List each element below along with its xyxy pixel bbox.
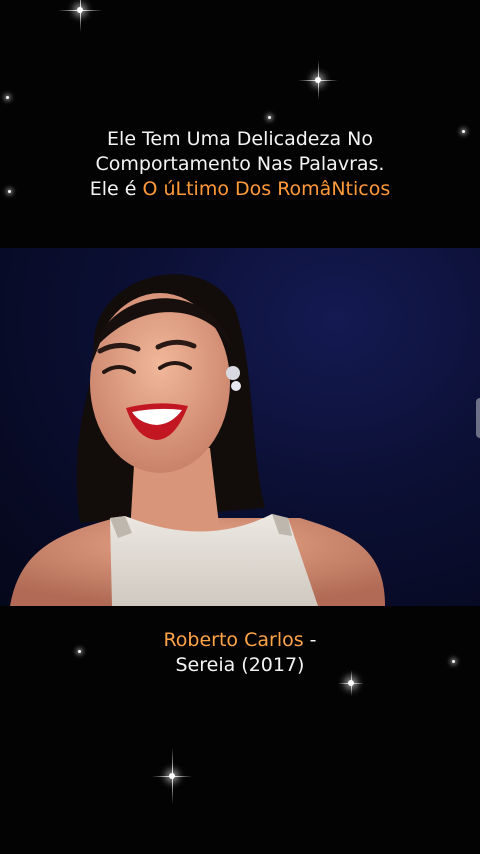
caption-line-3: Ele é O úLtimo Dos RomâNticos: [0, 177, 480, 202]
star-dot: [268, 116, 271, 119]
caption-line-3-accent: O úLtimo Dos RomâNticos: [142, 178, 391, 200]
side-glow: [476, 398, 480, 438]
performer-image: [10, 274, 385, 606]
video-frame[interactable]: [0, 248, 480, 606]
sparkle-icon: [152, 748, 192, 804]
song-title: Sereia (2017): [175, 654, 305, 676]
credit-separator: -: [303, 629, 317, 651]
caption-line-3-prefix: Ele é: [89, 178, 143, 200]
star-dot: [6, 96, 9, 99]
sparkle-icon: [298, 60, 338, 100]
sparkle-icon: [58, 0, 102, 32]
caption-line-2: Comportamento Nas Palavras.: [95, 153, 385, 175]
song-credit-line-1: Roberto Carlos -: [0, 628, 480, 653]
artist-name: Roberto Carlos: [163, 629, 304, 651]
top-caption: Ele Tem Uma Delicadeza No Comportamento …: [0, 127, 480, 202]
bottom-caption: Roberto Carlos - Sereia (2017): [0, 628, 480, 678]
caption-line-1: Ele Tem Uma Delicadeza No: [107, 128, 373, 150]
